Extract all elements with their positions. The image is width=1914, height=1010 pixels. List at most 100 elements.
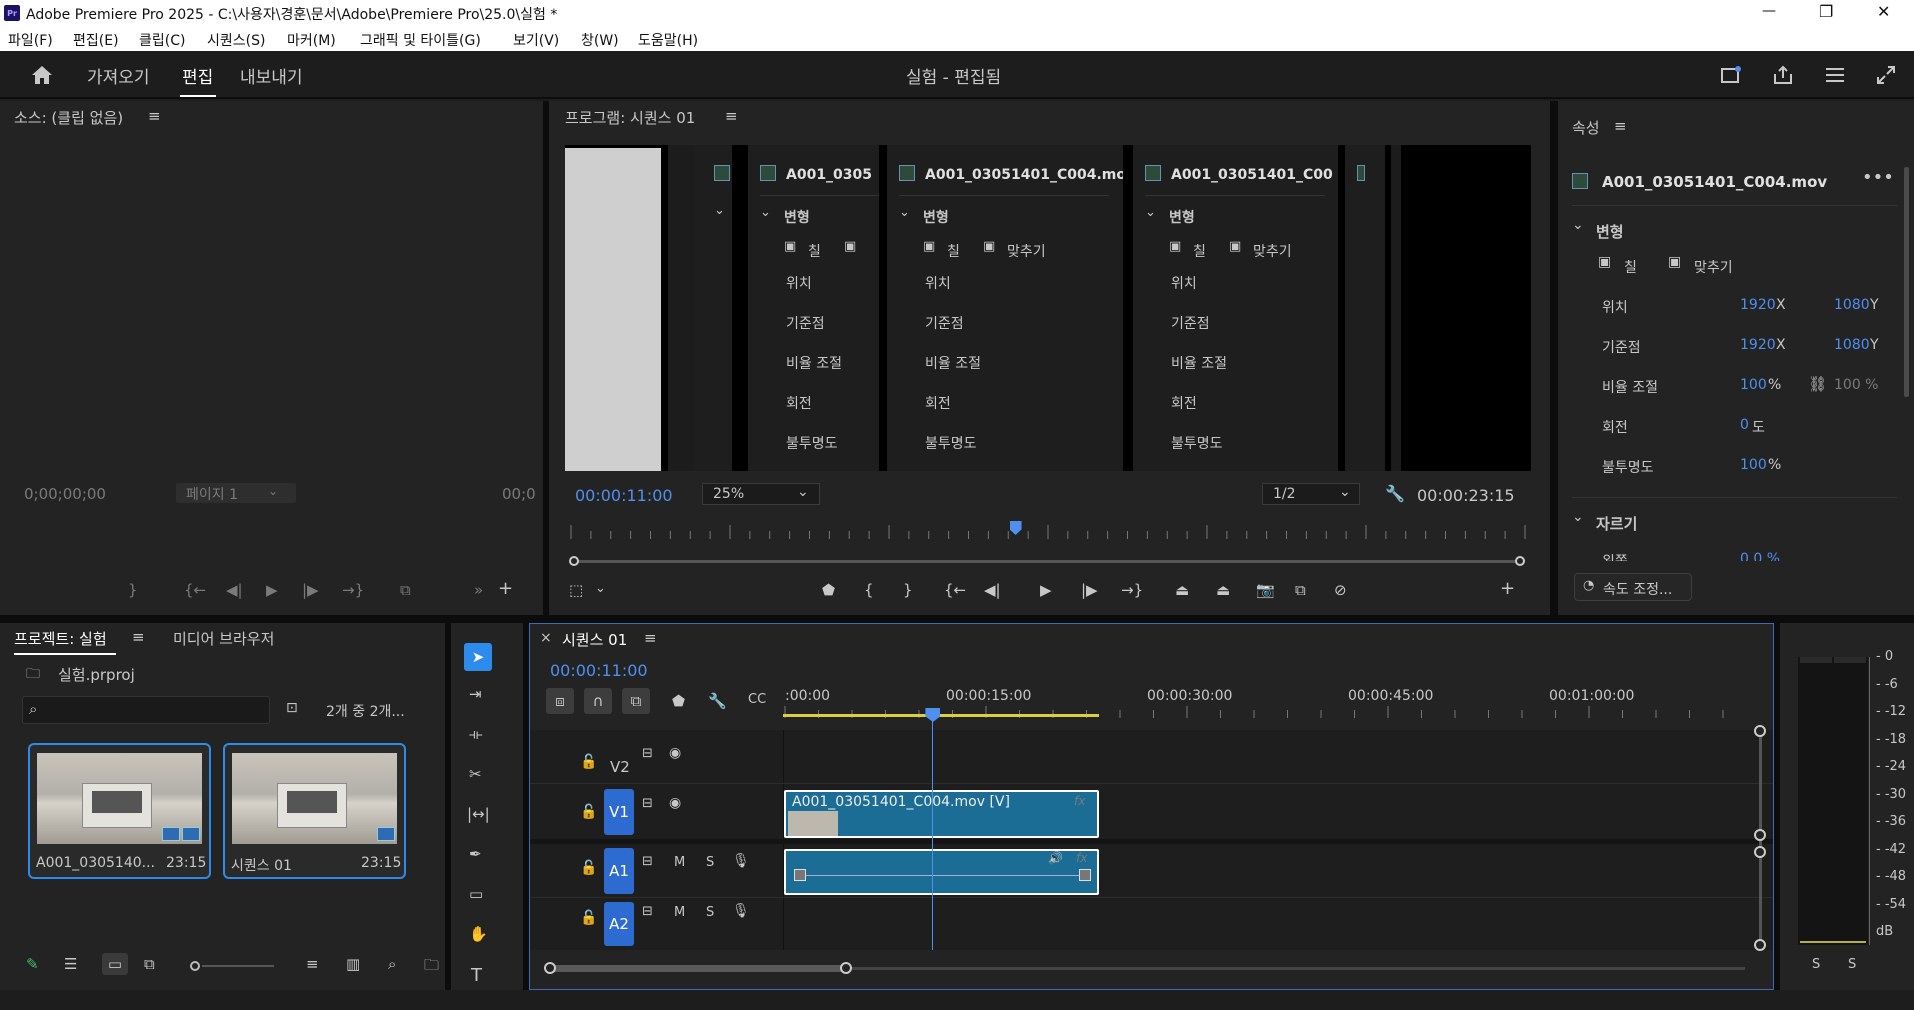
zoom-handle-right[interactable]: [840, 962, 852, 974]
tab-media-browser[interactable]: 미디어 브라우저: [173, 628, 274, 649]
play-icon[interactable]: ▶: [1040, 581, 1052, 599]
wrench-icon[interactable]: 🔧: [1385, 484, 1405, 503]
menu-view[interactable]: 보기(V): [513, 30, 559, 50]
timeline-zoom-bar[interactable]: [544, 962, 1754, 974]
resolution-select[interactable]: 1/2 ⌄: [1262, 483, 1360, 505]
project-item[interactable]: A001_0305140... 23:15: [28, 743, 211, 879]
menu-edit[interactable]: 편집(E): [73, 30, 119, 50]
zoom-handle-left[interactable]: [544, 962, 556, 974]
hand-tool-icon[interactable]: ✋: [469, 925, 488, 943]
menu-file[interactable]: 파일(F): [8, 30, 53, 50]
ripple-edit-tool-icon[interactable]: ⟛: [469, 725, 483, 743]
automate-icon[interactable]: ▥: [346, 955, 360, 973]
icon-view-icon[interactable]: ▭: [102, 953, 128, 975]
sync-lock-icon[interactable]: ⊟: [642, 796, 653, 811]
tab-export[interactable]: 내보내기: [240, 63, 303, 88]
fullscreen-icon[interactable]: [1873, 63, 1899, 87]
project-search-input[interactable]: ⌕: [22, 696, 270, 724]
vscroll-handle[interactable]: [1754, 939, 1766, 951]
source-page-select[interactable]: 페이지 1 ⌄: [176, 483, 296, 503]
go-to-out-icon[interactable]: →}: [342, 581, 364, 599]
eye-icon[interactable]: ◉: [669, 745, 681, 761]
work-area-bar[interactable]: [783, 714, 1099, 717]
menu-marker[interactable]: 마커(M): [287, 30, 336, 50]
mute-button[interactable]: M: [674, 855, 685, 870]
speed-button[interactable]: ◔ 속도 조정...: [1574, 573, 1692, 601]
prop-value[interactable]: 100: [1740, 457, 1767, 473]
lock-icon[interactable]: 🔓: [580, 860, 597, 876]
list-view-icon[interactable]: ☰: [64, 955, 77, 973]
add-button-icon[interactable]: +: [1500, 578, 1515, 599]
pen-tool-icon[interactable]: ✒: [469, 845, 482, 863]
tab-project[interactable]: 프로젝트: 실험: [14, 628, 107, 649]
timeline-menu-icon[interactable]: ≡: [644, 629, 657, 647]
properties-title[interactable]: 속성: [1572, 117, 1600, 138]
prop-value[interactable]: 100 %: [1834, 377, 1878, 393]
vscroll-handle[interactable]: [1754, 829, 1766, 841]
captions-icon[interactable]: CC: [748, 692, 766, 707]
source-menu-icon[interactable]: ≡: [148, 107, 161, 125]
lock-icon[interactable]: 🔓: [580, 804, 597, 820]
new-bin-icon[interactable]: 🗀: [424, 955, 439, 980]
lock-icon[interactable]: 🔓: [580, 754, 597, 770]
mute-button[interactable]: M: [674, 905, 685, 920]
close-button[interactable]: ✕: [1877, 2, 1890, 21]
track-select-tool-icon[interactable]: ⇥: [469, 685, 482, 703]
mic-icon[interactable]: 🎙: [732, 903, 750, 919]
meter-channel-label[interactable]: S: [1848, 957, 1856, 972]
crop-section[interactable]: 자르기: [1596, 513, 1637, 534]
find-icon[interactable]: ⌕: [388, 955, 396, 973]
timeline-timecode[interactable]: 00:00:11:00: [550, 661, 648, 680]
mic-icon[interactable]: 🎙: [732, 853, 750, 869]
sort-icon[interactable]: ≡: [306, 955, 319, 973]
program-zoom-bar[interactable]: [569, 556, 1525, 566]
more-options-icon[interactable]: •••: [1862, 167, 1894, 188]
go-to-in-icon[interactable]: {←: [184, 581, 206, 599]
play-icon[interactable]: ▶: [266, 581, 278, 599]
eye-icon[interactable]: ◉: [669, 795, 681, 811]
link-icon[interactable]: ⛓: [1808, 375, 1827, 393]
pencil-icon[interactable]: ✎: [26, 955, 39, 973]
workspace-icon[interactable]: [1718, 63, 1744, 87]
more-buttons-icon[interactable]: »: [474, 581, 483, 599]
linked-selection-icon[interactable]: ⧉: [622, 688, 650, 714]
go-to-in-icon[interactable]: {←: [944, 581, 966, 599]
step-forward-icon[interactable]: |▶: [302, 581, 319, 599]
zoom-select[interactable]: 25% ⌄: [702, 483, 820, 505]
program-menu-icon[interactable]: ≡: [725, 107, 738, 125]
menu-window[interactable]: 창(W): [581, 30, 619, 50]
fit-icon[interactable]: ▣: [1668, 254, 1681, 270]
crop-left-value[interactable]: 0.0 %: [1740, 551, 1780, 561]
add-marker-icon[interactable]: ⬟: [822, 581, 835, 599]
selection-tool-icon[interactable]: ➤: [464, 643, 492, 671]
timeline-settings-icon[interactable]: 🔧: [708, 692, 727, 710]
compare-icon[interactable]: ⧉: [1295, 581, 1306, 599]
video-clip[interactable]: A001_03051401_C004.mov [V] fx: [784, 790, 1099, 838]
sync-lock-icon[interactable]: ⊟: [642, 746, 653, 761]
program-timecode[interactable]: 00:00:11:00: [575, 486, 673, 505]
menu-clip[interactable]: 클립(C): [139, 30, 185, 50]
lift-icon[interactable]: ⏏: [1175, 581, 1189, 599]
project-menu-icon[interactable]: ≡: [132, 628, 145, 646]
fill-icon[interactable]: ▣: [1598, 254, 1611, 270]
properties-scrollbar[interactable]: [1904, 167, 1909, 397]
step-forward-icon[interactable]: |▶: [1081, 581, 1098, 599]
prop-value[interactable]: 100: [1740, 377, 1767, 393]
prop-value[interactable]: 1080: [1834, 297, 1870, 313]
audio-clip[interactable]: 🔊 fx: [784, 849, 1099, 895]
menu-graphics[interactable]: 그래픽 및 타이틀(G): [360, 30, 481, 50]
timeline-title[interactable]: 시퀀스 01: [562, 629, 627, 650]
prop-value[interactable]: 1920: [1740, 297, 1776, 313]
meter-channel-label[interactable]: S: [1812, 957, 1820, 972]
thumbnail-size-slider[interactable]: [190, 961, 276, 971]
chevron-down-icon[interactable]: ⌄: [595, 581, 606, 596]
step-back-icon[interactable]: ◀|: [226, 581, 243, 599]
source-title[interactable]: 소스: (클립 없음): [14, 107, 123, 128]
tab-import[interactable]: 가져오기: [87, 63, 150, 88]
track-target-a2[interactable]: A2: [604, 902, 634, 946]
solo-button[interactable]: S: [706, 905, 714, 920]
settings-icon[interactable]: [1822, 63, 1848, 87]
track-target-v1[interactable]: V1: [604, 789, 634, 835]
minimize-button[interactable]: —: [1762, 3, 1776, 19]
sync-lock-icon[interactable]: ⊟: [642, 854, 653, 869]
